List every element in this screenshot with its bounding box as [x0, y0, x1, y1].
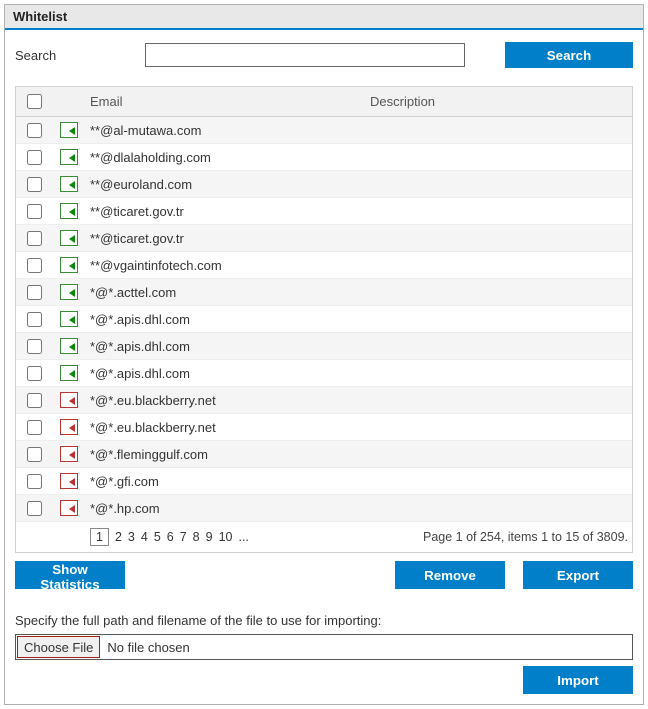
row-email: **@ticaret.gov.tr: [86, 231, 366, 246]
pager-page[interactable]: 1: [90, 528, 109, 546]
row-checkbox[interactable]: [27, 393, 42, 408]
pager-page[interactable]: ...: [238, 530, 248, 544]
entry-icon: [60, 122, 78, 138]
import-button[interactable]: Import: [523, 666, 633, 694]
table-row[interactable]: **@ticaret.gov.tr: [16, 225, 632, 252]
row-email: *@*.apis.dhl.com: [86, 366, 366, 381]
row-email: **@al-mutawa.com: [86, 123, 366, 138]
entry-icon: [60, 392, 78, 408]
show-statistics-button[interactable]: Show Statistics: [15, 561, 125, 589]
entry-icon: [60, 473, 78, 489]
entry-icon: [60, 257, 78, 273]
row-email: **@euroland.com: [86, 177, 366, 192]
entry-icon: [60, 311, 78, 327]
table-row[interactable]: *@*.apis.dhl.com: [16, 306, 632, 333]
row-checkbox[interactable]: [27, 312, 42, 327]
entry-icon: [60, 149, 78, 165]
row-checkbox[interactable]: [27, 474, 42, 489]
export-button[interactable]: Export: [523, 561, 633, 589]
pager-page[interactable]: 8: [193, 530, 200, 544]
row-email: *@*.eu.blackberry.net: [86, 393, 366, 408]
row-checkbox[interactable]: [27, 123, 42, 138]
entry-icon: [60, 365, 78, 381]
pager-page[interactable]: 5: [154, 530, 161, 544]
entry-icon: [60, 419, 78, 435]
row-email: **@dlalaholding.com: [86, 150, 366, 165]
row-checkbox[interactable]: [27, 150, 42, 165]
whitelist-table: Email Description **@al-mutawa.com **@dla…: [15, 86, 633, 553]
entry-icon: [60, 446, 78, 462]
row-email: **@ticaret.gov.tr: [86, 204, 366, 219]
row-checkbox[interactable]: [27, 501, 42, 516]
pager-info: Page 1 of 254, items 1 to 15 of 3809.: [423, 530, 628, 544]
row-checkbox[interactable]: [27, 339, 42, 354]
table-row[interactable]: *@*.eu.blackberry.net: [16, 414, 632, 441]
pager-page[interactable]: 2: [115, 530, 122, 544]
pager-page[interactable]: 7: [180, 530, 187, 544]
pager: 123456789 10... Page 1 of 254, items 1 to…: [16, 522, 632, 552]
entry-icon: [60, 338, 78, 354]
table-header: Email Description: [16, 87, 632, 117]
search-row: Search Search: [15, 42, 633, 68]
row-checkbox[interactable]: [27, 366, 42, 381]
col-description-header[interactable]: Description: [366, 94, 632, 109]
pager-page[interactable]: 6: [167, 530, 174, 544]
import-label: Specify the full path and filename of th…: [15, 613, 633, 628]
search-label: Search: [15, 48, 145, 63]
row-checkbox[interactable]: [27, 231, 42, 246]
table-row[interactable]: **@vgaintinfotech.com: [16, 252, 632, 279]
pager-page[interactable]: 10: [219, 530, 233, 544]
table-row[interactable]: *@*.fleminggulf.com: [16, 441, 632, 468]
table-row[interactable]: *@*.gfi.com: [16, 468, 632, 495]
row-checkbox[interactable]: [27, 285, 42, 300]
table-row[interactable]: *@*.acttel.com: [16, 279, 632, 306]
action-row: Show Statistics Remove Export: [15, 561, 633, 589]
whitelist-panel: Whitelist Search Search Email Descriptio…: [4, 4, 644, 705]
row-email: *@*.hp.com: [86, 501, 366, 516]
search-input[interactable]: [145, 43, 465, 67]
pager-page[interactable]: 3: [128, 530, 135, 544]
row-checkbox[interactable]: [27, 177, 42, 192]
row-email: *@*.eu.blackberry.net: [86, 420, 366, 435]
table-row[interactable]: **@dlalaholding.com: [16, 144, 632, 171]
pager-page[interactable]: 9: [206, 530, 213, 544]
row-checkbox[interactable]: [27, 204, 42, 219]
pager-page[interactable]: 4: [141, 530, 148, 544]
entry-icon: [60, 176, 78, 192]
row-email: *@*.apis.dhl.com: [86, 339, 366, 354]
panel-title: Whitelist: [5, 5, 643, 30]
row-email: *@*.fleminggulf.com: [86, 447, 366, 462]
col-email-header[interactable]: Email: [86, 94, 366, 109]
entry-icon: [60, 203, 78, 219]
row-email: *@*.gfi.com: [86, 474, 366, 489]
entry-icon: [60, 230, 78, 246]
entry-icon: [60, 284, 78, 300]
table-row[interactable]: *@*.eu.blackberry.net: [16, 387, 632, 414]
row-checkbox[interactable]: [27, 447, 42, 462]
select-all-checkbox[interactable]: [27, 94, 42, 109]
table-row[interactable]: *@*.apis.dhl.com: [16, 333, 632, 360]
table-row[interactable]: *@*.apis.dhl.com: [16, 360, 632, 387]
row-email: *@*.acttel.com: [86, 285, 366, 300]
row-checkbox[interactable]: [27, 420, 42, 435]
choose-file-button[interactable]: Choose File: [17, 636, 100, 658]
search-button[interactable]: Search: [505, 42, 633, 68]
row-email: **@vgaintinfotech.com: [86, 258, 366, 273]
table-row[interactable]: **@euroland.com: [16, 171, 632, 198]
row-email: *@*.apis.dhl.com: [86, 312, 366, 327]
file-chooser: Choose File No file chosen: [15, 634, 633, 660]
row-checkbox[interactable]: [27, 258, 42, 273]
table-row[interactable]: *@*.hp.com: [16, 495, 632, 522]
table-row[interactable]: **@ticaret.gov.tr: [16, 198, 632, 225]
remove-button[interactable]: Remove: [395, 561, 505, 589]
file-chosen-text: No file chosen: [101, 635, 189, 659]
table-row[interactable]: **@al-mutawa.com: [16, 117, 632, 144]
entry-icon: [60, 500, 78, 516]
